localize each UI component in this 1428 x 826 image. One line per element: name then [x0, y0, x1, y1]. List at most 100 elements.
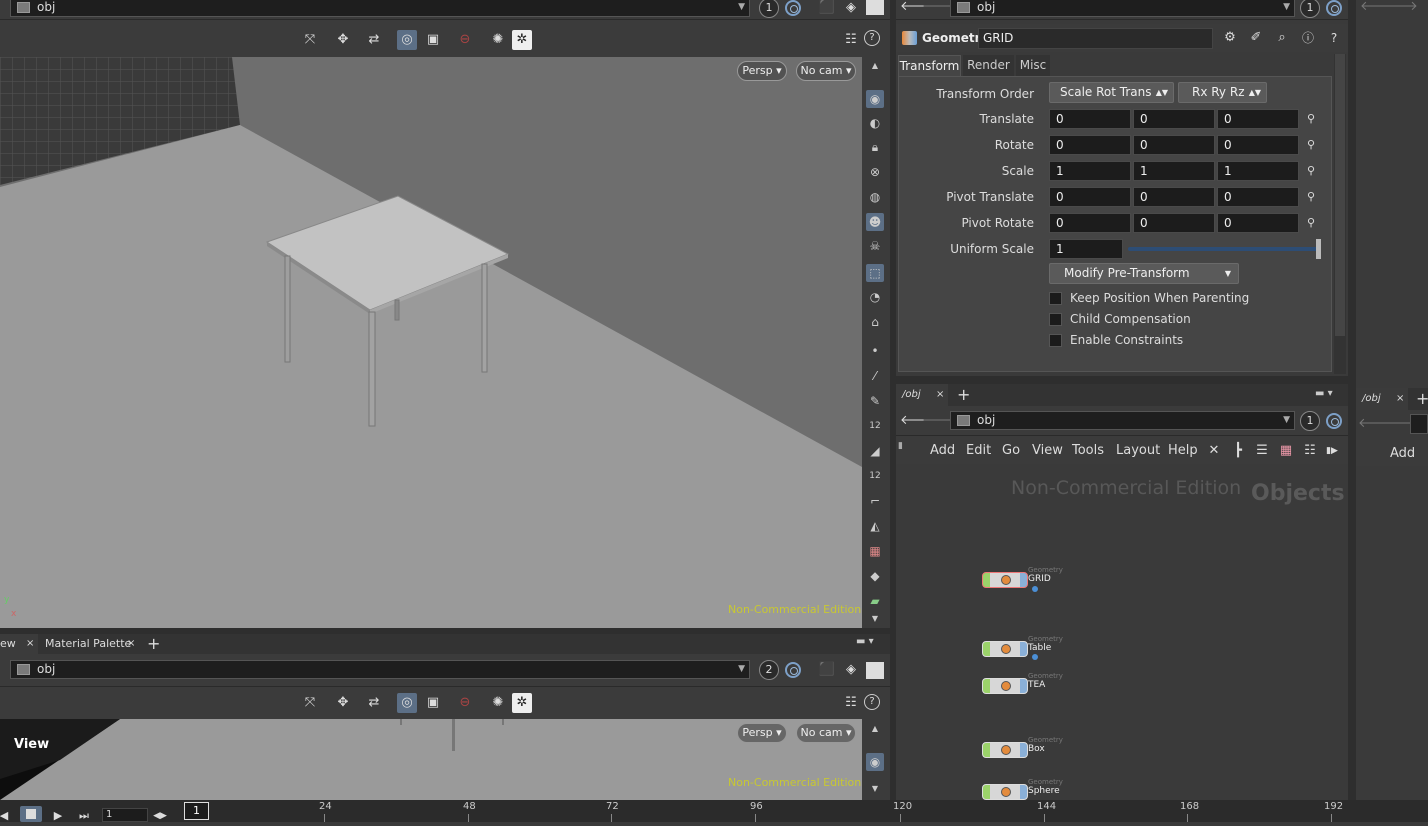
point-icon[interactable]: • [866, 342, 884, 360]
params-scrollbar-thumb[interactable] [1335, 54, 1345, 336]
pane-menu-icon[interactable]: ▬ ▾ [1315, 388, 1333, 399]
node-sphere[interactable] [982, 784, 1028, 800]
uniform-scale-slider-handle[interactable] [1316, 239, 1321, 259]
tab-obj-right[interactable]: /obj × [1356, 388, 1408, 410]
pivot-rotate-z-field[interactable]: 0 [1217, 213, 1299, 233]
brush-icon[interactable]: ⁄ [866, 367, 884, 385]
close-icon[interactable]: ⊗ [866, 163, 884, 181]
translate-x-field[interactable]: 0 [1049, 109, 1131, 129]
pin-icon[interactable] [1326, 413, 1342, 429]
close-icon[interactable]: × [936, 384, 944, 406]
brush-icon[interactable]: ✐ [1246, 28, 1266, 48]
pivot-translate-x-field[interactable]: 0 [1049, 187, 1131, 207]
more-icon[interactable]: ▮▶ [1322, 441, 1342, 461]
camera-menu[interactable]: No cam ▾ [796, 723, 856, 743]
top-path-field[interactable]: obj ▼ [10, 0, 750, 17]
rotate-z-field[interactable]: 0 [1217, 135, 1299, 155]
camera-tool-icon[interactable]: ◎ [397, 693, 417, 713]
cube-icon[interactable]: ⬛ [817, 660, 837, 680]
persp-menu[interactable]: Persp ▾ [737, 723, 787, 743]
menu-help[interactable]: Help [1168, 443, 1198, 458]
modify-pre-transform-button[interactable]: Modify Pre-Transform ▼ [1049, 263, 1239, 284]
node-tea[interactable] [982, 678, 1028, 694]
layer-icon[interactable]: ◆ [866, 567, 884, 585]
chevron-down-icon[interactable]: ▼ [738, 661, 745, 678]
far-right-menu-add[interactable]: Add [1390, 446, 1415, 461]
rotate-order-select[interactable]: Rx Ry Rz ▲▼ [1178, 82, 1267, 103]
select-tool-icon[interactable]: ⤧ [300, 30, 320, 50]
menu-scroll-left[interactable]: ▮ [898, 441, 903, 451]
node-name-field[interactable]: GRID [978, 28, 1213, 49]
forward-icon[interactable]: 🡒 [922, 411, 957, 431]
tab-material-palette[interactable]: Material Palette × [38, 634, 142, 654]
add-tab-icon[interactable]: + [147, 634, 160, 653]
camera-tool-icon[interactable]: ◎ [397, 30, 417, 50]
pin-icon[interactable] [785, 662, 801, 678]
far-right-divider[interactable] [1348, 0, 1356, 800]
list-icon[interactable]: ☰ [1252, 441, 1272, 461]
visibility-icon[interactable]: ◐ [866, 114, 884, 132]
menu-tools[interactable]: Tools [1072, 443, 1104, 458]
handle-icon[interactable]: ⚲ [1301, 135, 1321, 155]
enable-constraints-checkbox[interactable] [1049, 334, 1062, 347]
color-palette-icon[interactable]: ▦ [1276, 441, 1296, 461]
menu-edit[interactable]: Edit [966, 443, 991, 458]
pane-menu-icon[interactable]: ▬ ▾ [856, 636, 874, 647]
skull-icon[interactable]: ☠ [866, 237, 884, 255]
display-options-icon[interactable]: ☷ [841, 30, 861, 50]
select-tool-icon[interactable]: ⤧ [300, 693, 320, 713]
search-icon[interactable]: ⌕ [1272, 28, 1292, 48]
view-tool-icon[interactable]: ▣ [423, 693, 443, 713]
scroll-up-icon[interactable]: ▲ [866, 720, 884, 738]
render-icon[interactable]: ✺ [488, 693, 508, 713]
jump-end-icon[interactable]: ⏭ [74, 806, 94, 826]
pivot-translate-y-field[interactable]: 0 [1133, 187, 1215, 207]
number-alt-icon[interactable]: 12 [866, 467, 884, 485]
translate-z-field[interactable]: 0 [1217, 109, 1299, 129]
uniform-scale-slider[interactable] [1128, 247, 1318, 251]
transform-order-select[interactable]: Scale Rot Trans ▲▼ [1049, 82, 1174, 103]
network-pane-number[interactable]: 1 [1300, 411, 1320, 431]
green-icon[interactable]: ▰ [866, 592, 884, 610]
reverse-play-icon[interactable]: ◀ [0, 806, 14, 826]
tab-obj[interactable]: /obj × [896, 384, 948, 406]
handle-icon[interactable]: ⚲ [1301, 213, 1321, 233]
menu-view[interactable]: View [1032, 443, 1063, 458]
snapshot-icon[interactable]: ✲ [512, 30, 532, 50]
network-editor[interactable]: Non-Commercial Edition Objects Geometry … [896, 464, 1348, 800]
number-icon[interactable]: 12 [866, 417, 884, 435]
handle-icon[interactable]: ⚲ [1301, 161, 1321, 181]
chevron-down-icon[interactable]: ▼ [738, 0, 745, 16]
add-tab-icon[interactable]: + [1416, 389, 1428, 408]
transform-tool-icon[interactable]: ⇄ [364, 693, 384, 713]
bottom-path-field[interactable]: obj ▼ [10, 660, 750, 679]
info-icon[interactable]: ⓘ [1298, 28, 1318, 48]
help-icon[interactable]: ? [1324, 28, 1344, 48]
node-info-icon[interactable] [1032, 586, 1038, 592]
pin-icon[interactable] [785, 0, 801, 16]
back-icon[interactable]: 🡐 [900, 411, 935, 431]
viewport-toggle-icon[interactable] [866, 662, 884, 679]
close-icon[interactable]: × [127, 634, 135, 654]
uniform-scale-field[interactable]: 1 [1049, 239, 1123, 259]
back-icon[interactable]: 🡐 [1358, 414, 1393, 434]
curve-icon[interactable]: ⌐ [866, 492, 884, 510]
shading-icon[interactable]: ◈ [841, 0, 861, 18]
display-options-icon[interactable]: ☷ [841, 693, 861, 713]
eye-icon[interactable]: ◔ [866, 288, 884, 306]
node-info-icon[interactable] [1032, 654, 1038, 660]
move-tool-icon[interactable]: ✥ [333, 30, 353, 50]
pane-splitter[interactable] [896, 376, 1348, 384]
params-path-field[interactable]: obj ▼ [950, 0, 1295, 17]
ghost-icon[interactable]: ☻ [866, 213, 884, 231]
pin-icon[interactable] [1326, 0, 1342, 16]
step-icon[interactable]: ◀▶ [150, 806, 170, 826]
handle-icon[interactable]: ⚲ [1301, 187, 1321, 207]
lock-icon[interactable]: 🔒︎ [866, 138, 884, 156]
scroll-up-icon[interactable]: ▲ [866, 57, 884, 75]
camera-icon[interactable]: ⬚ [866, 264, 884, 282]
network-path-field[interactable]: obj ▼ [950, 411, 1295, 430]
tree-icon[interactable]: ┣ [1228, 441, 1248, 461]
grid-view-icon[interactable]: ☷ [1300, 441, 1320, 461]
add-tab-icon[interactable]: + [957, 385, 970, 404]
